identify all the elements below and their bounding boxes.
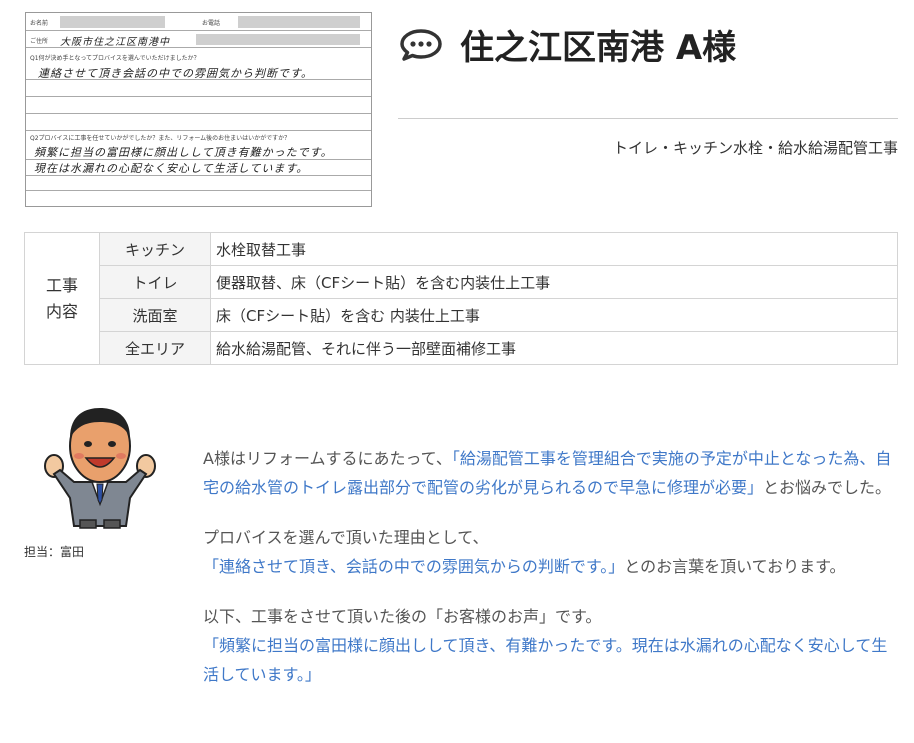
survey-address-value: 大阪市住之江区南港中 xyxy=(60,37,170,48)
work-area-cell: キッチン xyxy=(99,232,211,266)
story-paragraph-2: プロバイスを選んで頂いた理由として、「連絡させて頂き、会話の中での雰囲気からの判… xyxy=(203,523,898,581)
work-heading-line2: 内容 xyxy=(45,301,78,321)
story-p3-quote: 「頻繁に担当の富田様に顔出しして頂き、有難かったです。現在は水漏れの心配なく安心… xyxy=(203,636,888,684)
work-desc-cell: 床（CFシート貼）を含む 内装仕上工事 xyxy=(210,298,898,332)
page-subtitle: トイレ・キッチン水栓・給水給湯配管工事 xyxy=(612,139,898,157)
table-row: 工事 内容 キッチン 水栓取替工事 xyxy=(24,232,898,365)
story-paragraph-3: 以下、工事をさせて頂いた後の「お客様のお声」です。 「頻繁に担当の富田様に顔出し… xyxy=(203,602,898,689)
page-header: 住之江区南港 A様 xyxy=(398,18,898,68)
story-p1-outro: とお悩みでした。 xyxy=(763,478,892,497)
story-text: A様はリフォームするにあたって、「給湯配管工事を管理組合で実施の予定が中止となっ… xyxy=(203,444,898,710)
story-p2-intro: プロバイスを選んで頂いた理由として、 xyxy=(203,528,489,547)
work-area-cell: トイレ xyxy=(99,265,211,299)
story-p2-outro: とのお言葉を頂いております。 xyxy=(624,557,846,576)
table-row: トイレ 便器取替、床（CFシート貼）を含む内装仕上工事 xyxy=(25,265,898,299)
survey-name-label: お名前 xyxy=(30,20,49,27)
story-paragraph-1: A様はリフォームするにあたって、「給湯配管工事を管理組合で実施の予定が中止となっ… xyxy=(203,444,898,502)
staff-label: 担当：富田 xyxy=(24,545,85,559)
survey-answer-2-line1: 頻繁に担当の富田様に顔出しして頂き有難かったです。 xyxy=(34,146,333,159)
work-heading-line1: 工事 xyxy=(45,275,78,295)
page-title: 住之江区南港 A様 xyxy=(460,28,737,68)
survey-address-label: ご住所 xyxy=(30,38,49,45)
speech-bubble-icon xyxy=(400,28,442,66)
story-p1-intro: A様はリフォームするにあたって、 xyxy=(203,449,452,468)
title-divider xyxy=(398,118,898,119)
survey-phone-label: お電話 xyxy=(202,20,221,27)
work-desc-cell: 給水給湯配管、それに伴う一部壁面補修工事 xyxy=(210,331,898,365)
work-table: 工事 内容 キッチン 水栓取替工事 トイレ 便器取替、床（CFシート貼）を含む内… xyxy=(24,232,898,365)
work-desc-cell: 便器取替、床（CFシート貼）を含む内装仕上工事 xyxy=(210,265,898,299)
redacted-phone xyxy=(238,16,360,28)
work-heading: 工事 内容 xyxy=(24,232,100,365)
work-area-cell: 洗面室 xyxy=(99,298,211,332)
survey-answer-2-line2: 現在は水漏れの心配なく安心して生活しています。 xyxy=(34,162,309,175)
table-row: 全エリア 給水給湯配管、それに伴う一部壁面補修工事 xyxy=(25,331,898,365)
staff-avatar xyxy=(36,400,164,530)
survey-card-image: お名前 お電話 ご住所 大阪市住之江区南港中 Q1何が決め手となってプロバイスを… xyxy=(25,12,372,207)
redacted-address xyxy=(196,34,360,45)
story-p3-intro: 以下、工事をさせて頂いた後の「お客様のお声」です。 xyxy=(203,607,602,626)
story-p2-quote: 「連絡させて頂き、会話の中での雰囲気からの判断です。」 xyxy=(203,557,625,576)
work-desc-cell: 水栓取替工事 xyxy=(210,232,898,266)
work-area-cell: 全エリア xyxy=(99,331,211,365)
table-row: 洗面室 床（CFシート貼）を含む 内装仕上工事 xyxy=(25,298,898,332)
redacted-name xyxy=(60,16,165,28)
